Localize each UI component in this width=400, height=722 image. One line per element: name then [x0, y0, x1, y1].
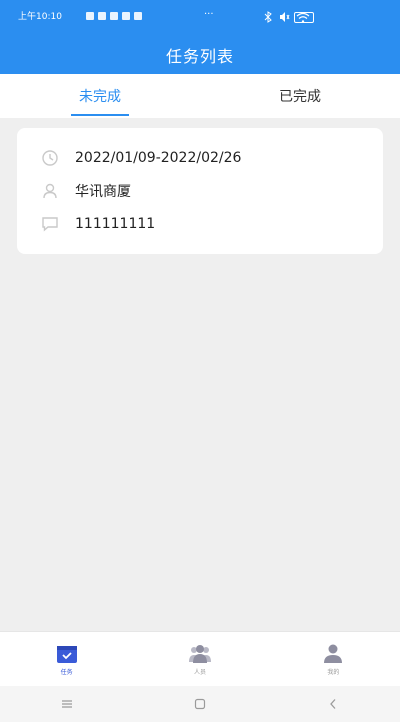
status-bar: 上午10:10 ···	[0, 0, 400, 36]
tab-incomplete-label: 未完成	[79, 89, 121, 105]
person-icon	[43, 183, 57, 199]
tab-completed[interactable]: 已完成	[200, 74, 400, 118]
task-location: 华讯商厦	[75, 184, 131, 200]
nav-people-label: 人员	[193, 669, 206, 676]
person-icon	[324, 644, 343, 663]
tab-completed-label: 已完成	[279, 89, 321, 105]
nav-item-profile[interactable]: 我的	[267, 632, 400, 687]
battery-icon	[294, 12, 314, 23]
nav-item-tasks[interactable]: 任务	[0, 632, 133, 687]
page-title: 任务列表	[165, 47, 234, 66]
nav-profile-label: 我的	[327, 669, 340, 676]
task-note: 111111111	[75, 216, 156, 232]
system-navigation-bar	[0, 686, 400, 722]
home-square-icon	[194, 698, 206, 710]
nav-item-people[interactable]: 人员	[133, 632, 266, 687]
more-dots-icon: ···	[204, 9, 214, 20]
mute-icon	[280, 12, 290, 22]
notification-icons	[86, 12, 142, 20]
tab-bar: 未完成 已完成	[0, 74, 400, 118]
home-button[interactable]	[180, 692, 220, 716]
back-chevron-icon	[330, 699, 336, 709]
tab-incomplete[interactable]: 未完成	[0, 74, 200, 118]
calendar-check-icon	[56, 646, 77, 663]
task-location-row: 华讯商厦	[41, 180, 131, 202]
bluetooth-icon	[264, 11, 272, 23]
header: 任务列表	[0, 36, 400, 74]
task-date-row: 2022/01/09-2022/02/26	[41, 147, 241, 169]
bottom-nav: 任务 人员 我的	[0, 631, 400, 687]
people-icon	[188, 645, 211, 663]
task-card[interactable]: 2022/01/09-2022/02/26 华讯商厦 111111111	[17, 128, 383, 254]
status-time: 上午10:10	[18, 12, 62, 22]
clock-icon	[42, 150, 58, 166]
task-note-row: 111111111	[41, 213, 155, 235]
task-date-range: 2022/01/09-2022/02/26	[75, 150, 242, 166]
message-icon	[42, 217, 58, 232]
menu-button[interactable]	[47, 692, 87, 716]
active-tab-indicator	[71, 114, 129, 116]
nav-tasks-label: 任务	[60, 669, 73, 676]
back-button[interactable]	[313, 692, 353, 716]
menu-lines-icon	[61, 700, 72, 708]
